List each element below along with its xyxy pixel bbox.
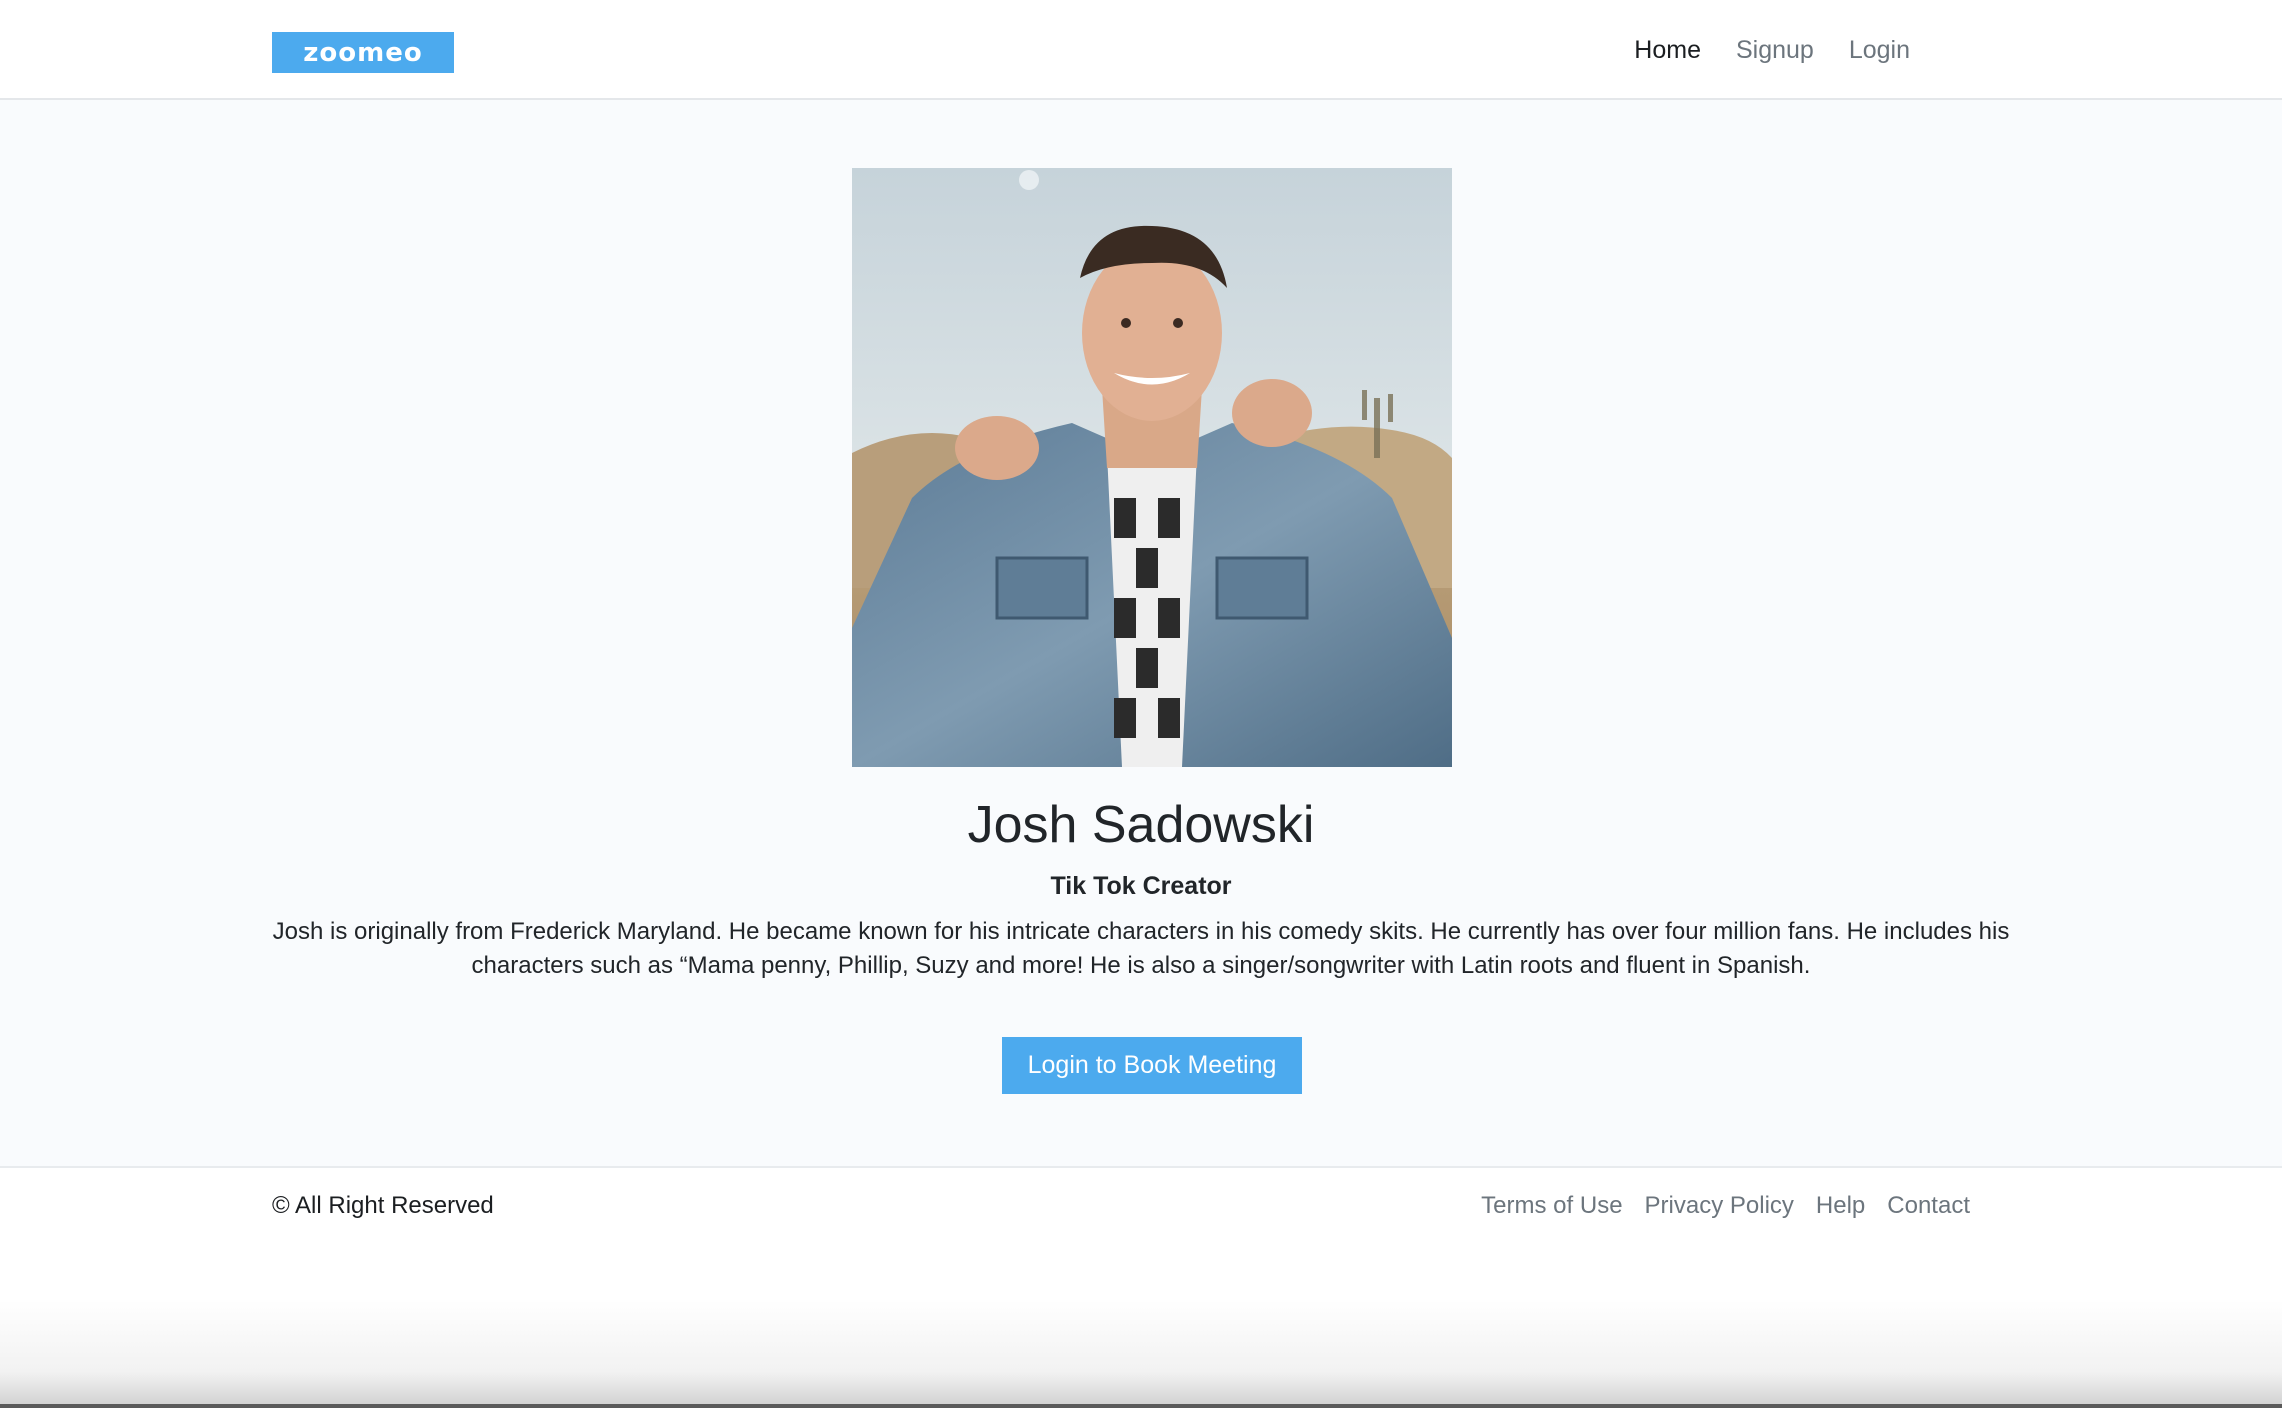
footer-help-link[interactable]: Help bbox=[1816, 1192, 1865, 1220]
profile-photo-illustration bbox=[852, 168, 1452, 767]
nav-home-link[interactable]: Home bbox=[1634, 30, 1701, 70]
window-bottom-edge bbox=[0, 1404, 2282, 1408]
footer-links: Terms of Use Privacy Policy Help Contact bbox=[1481, 1192, 1970, 1220]
footer-terms-link[interactable]: Terms of Use bbox=[1481, 1192, 1622, 1220]
creator-name: Josh Sadowski bbox=[967, 796, 1315, 854]
copyright-text: © All Right Reserved bbox=[272, 1192, 494, 1219]
profile-photo bbox=[852, 168, 1452, 767]
zoomeo-logo[interactable]: zoomeo bbox=[272, 32, 454, 73]
page-footer: © All Right Reserved Terms of Use Privac… bbox=[0, 1168, 2282, 1408]
main-nav: Home Signup Login bbox=[1634, 30, 1910, 70]
logo-text: zoomeo bbox=[303, 37, 423, 68]
creator-role: Tik Tok Creator bbox=[1050, 872, 1232, 900]
nav-signup-link[interactable]: Signup bbox=[1736, 30, 1814, 70]
creator-bio: Josh is originally from Frederick Maryla… bbox=[272, 918, 2010, 979]
footer-privacy-link[interactable]: Privacy Policy bbox=[1645, 1192, 1794, 1220]
profile-section: Josh Sadowski Tik Tok Creator Josh is or… bbox=[0, 100, 2282, 1167]
nav-login-link[interactable]: Login bbox=[1849, 30, 1910, 70]
login-to-book-button[interactable]: Login to Book Meeting bbox=[1002, 1037, 1302, 1094]
top-navbar: zoomeo Home Signup Login bbox=[0, 0, 2282, 100]
footer-contact-link[interactable]: Contact bbox=[1887, 1192, 1970, 1220]
